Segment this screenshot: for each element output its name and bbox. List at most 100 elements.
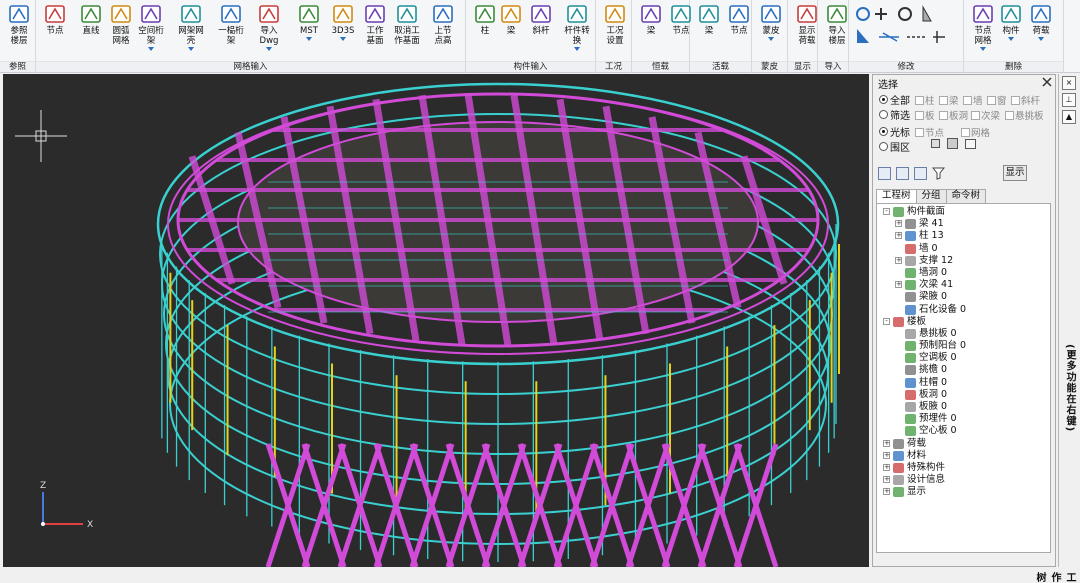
tree-node[interactable]: 空调板 0 — [877, 352, 1050, 364]
tree-node[interactable]: 墙洞 0 — [877, 267, 1050, 279]
tree-node[interactable]: + 支撑 12 — [877, 255, 1050, 267]
tree-node[interactable]: + 显示 — [877, 486, 1050, 498]
grid-shell-button[interactable]: 网架网壳 — [176, 3, 206, 59]
tree-node[interactable]: 预制阳台 0 — [877, 340, 1050, 352]
dead-beam-button[interactable]: 梁 — [636, 3, 666, 59]
tree-node[interactable]: 板腋 0 — [877, 401, 1050, 413]
tree-node[interactable]: 空心板 0 — [877, 425, 1050, 437]
expand-icon[interactable]: + — [895, 232, 902, 240]
select-copy-icon[interactable] — [878, 167, 891, 180]
tree-node[interactable]: 挑檐 0 — [877, 364, 1050, 376]
import-floor-button[interactable]: 导入 楼层 — [822, 3, 852, 59]
radio-filter[interactable]: 筛选 — [879, 107, 910, 122]
filter-checkbox[interactable]: 板洞 — [939, 108, 968, 122]
expand-icon[interactable]: + — [895, 281, 902, 289]
select-add-icon[interactable] — [914, 167, 927, 180]
import-dwg-button[interactable]: 导入Dwg — [254, 3, 284, 59]
modify-tools-button[interactable] — [853, 3, 957, 59]
filter-checkbox[interactable]: 板 — [915, 108, 935, 122]
live-beam-button[interactable]: 梁 — [694, 3, 724, 59]
radio-all[interactable]: 全部 — [879, 92, 910, 107]
delete-member-button[interactable]: 构件 — [996, 3, 1026, 59]
select-layer-icon[interactable] — [896, 167, 909, 180]
filter-checkbox[interactable]: 墙 — [963, 93, 983, 107]
brace-button[interactable]: 斜杆 — [526, 3, 556, 59]
space-truss-button[interactable]: 空间桁架 — [136, 3, 166, 59]
arc-grid-button[interactable]: 圆弧 网格 — [106, 3, 136, 59]
dock-pin-icon[interactable]: ⊥ — [1062, 93, 1076, 107]
filter-checkbox[interactable]: 窗 — [987, 93, 1007, 107]
tree-node[interactable]: 柱帽 0 — [877, 377, 1050, 389]
filter-icon[interactable] — [931, 167, 946, 180]
show-button[interactable]: 显示 — [1003, 165, 1027, 181]
tab-command-tree[interactable]: 命令树 — [945, 189, 987, 203]
chevron-down-icon[interactable] — [980, 47, 986, 51]
chevron-down-icon[interactable] — [1008, 37, 1014, 41]
tree-node[interactable]: 板洞 0 — [877, 389, 1050, 401]
expand-icon[interactable]: + — [883, 476, 890, 484]
dock-tab-work-tree[interactable]: 工作树 — [1034, 572, 1077, 583]
truss-structure-drawing[interactable]: ZX — [3, 74, 869, 567]
tree-node[interactable]: 墙 0 — [877, 243, 1050, 255]
expand-icon[interactable]: + — [883, 488, 890, 496]
tree-node[interactable]: 预埋件 0 — [877, 413, 1050, 425]
expand-icon[interactable]: + — [895, 220, 902, 228]
tree-node[interactable]: + 设计信息 — [877, 474, 1050, 486]
radio-fence[interactable]: 围区 — [879, 139, 910, 154]
cross-select-icon[interactable] — [947, 138, 958, 149]
filter-checkbox[interactable]: 梁 — [939, 93, 959, 107]
filter-checkbox[interactable]: 斜杆 — [1011, 93, 1040, 107]
tree-node[interactable]: + 梁 41 — [877, 218, 1050, 230]
radio-cursor[interactable]: 光标 — [879, 124, 910, 139]
filter-checkbox[interactable]: 柱 — [915, 93, 935, 107]
filter-checkbox[interactable]: 悬挑板 — [1005, 108, 1044, 122]
filter-checkbox[interactable]: 次梁 — [971, 108, 1000, 122]
tree-node[interactable]: 悬挑板 0 — [877, 328, 1050, 340]
member-convert-button[interactable]: 杆件转换 — [562, 3, 592, 59]
chevron-down-icon[interactable] — [188, 47, 194, 51]
tree-node[interactable]: + 材料 — [877, 450, 1050, 462]
dock-float-icon[interactable]: ▲ — [1062, 110, 1076, 124]
window-select-icon[interactable] — [931, 139, 940, 148]
polygon-select-icon[interactable] — [965, 139, 976, 149]
chevron-down-icon[interactable] — [306, 37, 312, 41]
load-case-button[interactable]: 工况 设置 — [600, 3, 630, 59]
tab-project-tree[interactable]: 工程树 — [876, 189, 917, 203]
node-height-button[interactable]: 上节 点高 — [428, 3, 458, 59]
expand-icon[interactable]: + — [883, 451, 890, 459]
3d-model-viewport[interactable]: ZX — [3, 74, 869, 567]
tree-node[interactable]: + 柱 13 — [877, 230, 1050, 242]
skin-button[interactable]: 蒙皮 — [756, 3, 786, 59]
reference-floor-button[interactable]: 参照 楼层 — [4, 3, 34, 59]
close-icon[interactable] — [1042, 77, 1052, 87]
collapse-icon[interactable]: - — [883, 317, 890, 325]
tree-node[interactable]: 梁腋 0 — [877, 291, 1050, 303]
filter-checkbox[interactable]: 网格 — [961, 125, 990, 139]
expand-icon[interactable]: + — [883, 439, 890, 447]
chevron-down-icon[interactable] — [768, 37, 774, 41]
tree-node[interactable]: + 次梁 41 — [877, 279, 1050, 291]
chevron-down-icon[interactable] — [1038, 37, 1044, 41]
expand-icon[interactable]: + — [895, 256, 902, 264]
mst-button[interactable]: MST — [294, 3, 324, 59]
3d3s-button[interactable]: 3D3S — [328, 3, 358, 59]
tree-node[interactable]: 石化设备 0 — [877, 304, 1050, 316]
chevron-down-icon[interactable] — [340, 37, 346, 41]
chevron-down-icon[interactable] — [266, 47, 272, 51]
collapse-icon[interactable]: - — [883, 208, 890, 215]
node-button[interactable]: 节点 — [40, 3, 70, 59]
live-node-button[interactable]: 节点 — [724, 3, 754, 59]
tree-node[interactable]: + 荷载 — [877, 438, 1050, 450]
planar-truss-button[interactable]: 一榀桁架 — [216, 3, 246, 59]
tree-node[interactable]: - 构件截面 — [877, 206, 1050, 218]
chevron-down-icon[interactable] — [148, 47, 154, 51]
tree-node[interactable]: + 特殊构件 — [877, 462, 1050, 474]
filter-checkbox[interactable]: 节点 — [915, 125, 944, 139]
chevron-down-icon[interactable] — [574, 47, 580, 51]
line-button[interactable]: 直线 — [76, 3, 106, 59]
expand-icon[interactable]: + — [883, 463, 890, 471]
delete-load-button[interactable]: 荷载 — [1026, 3, 1056, 59]
tab-group[interactable]: 分组 — [915, 189, 947, 203]
cancel-work-plane-button[interactable]: 取消工 作基面 — [392, 3, 422, 59]
tree-node[interactable]: - 楼板 — [877, 316, 1050, 328]
